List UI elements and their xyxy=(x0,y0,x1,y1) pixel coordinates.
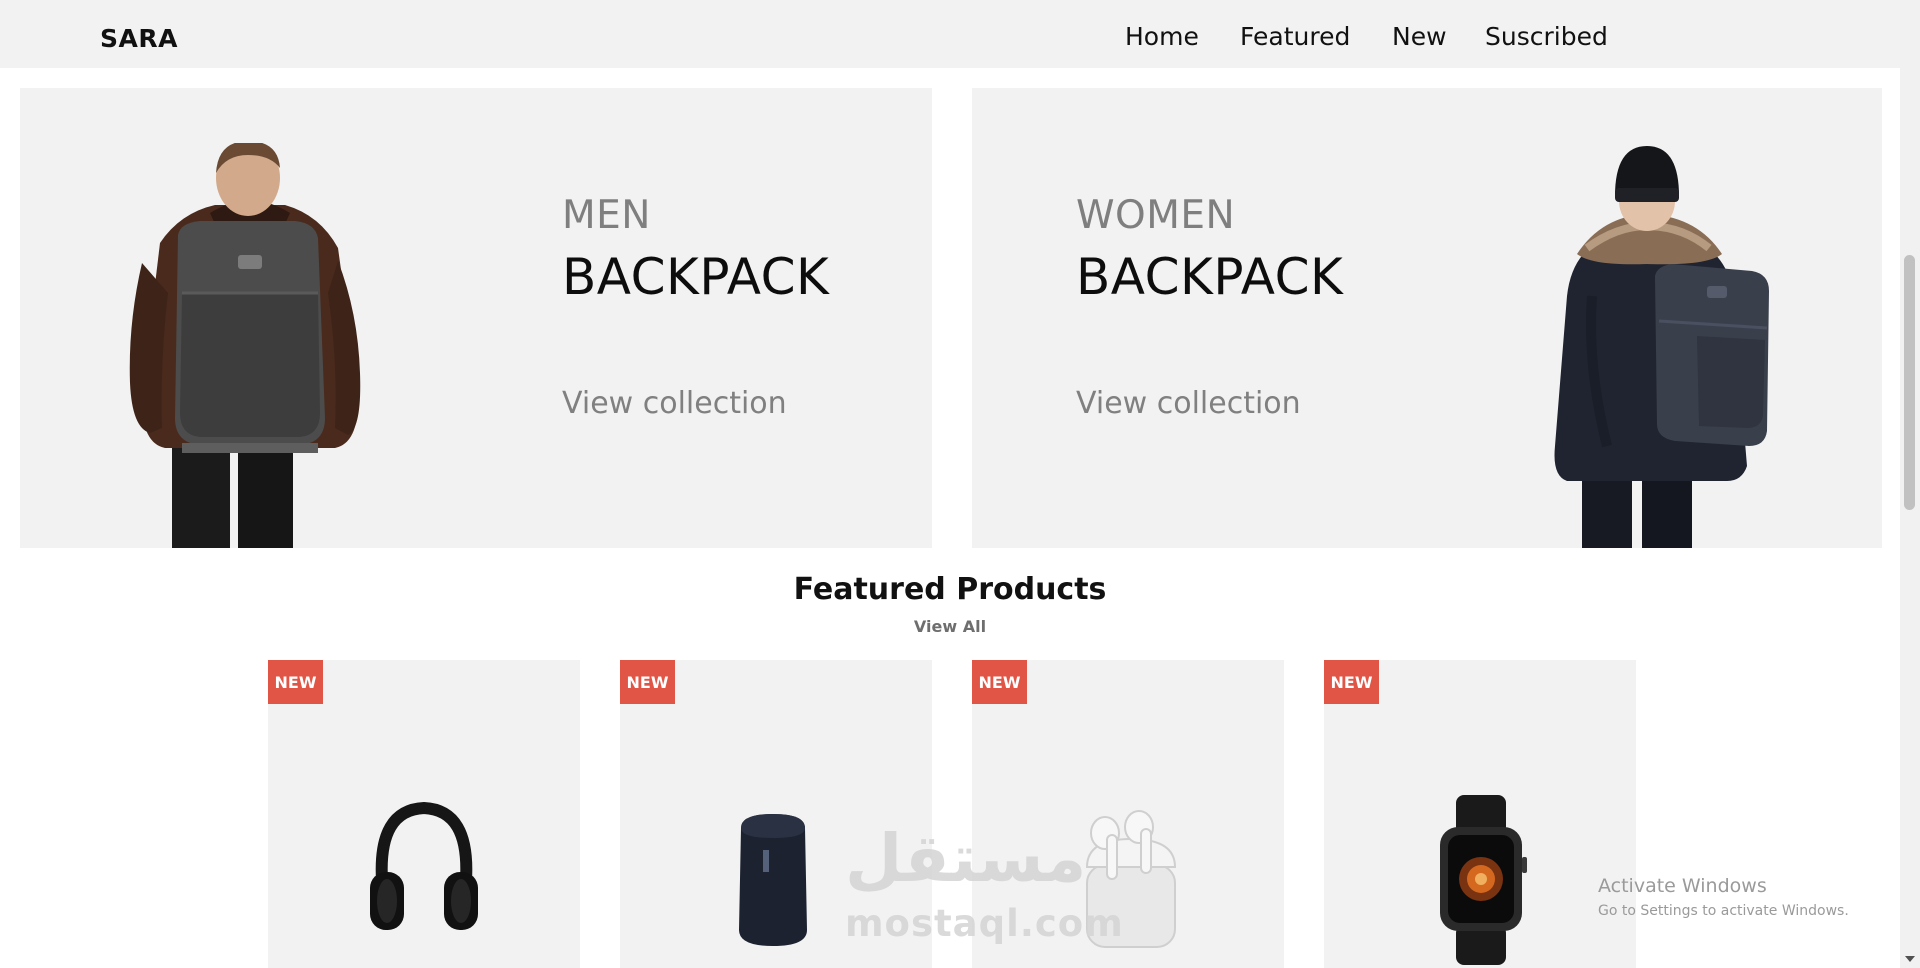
activate-windows-notice: Activate Windows Go to Settings to activ… xyxy=(1598,875,1849,919)
nav-link-featured[interactable]: Featured xyxy=(1240,22,1350,51)
smart-speaker-image xyxy=(739,814,807,946)
hero-men-title: BACKPACK xyxy=(562,248,830,306)
featured-products-heading: Featured Products xyxy=(793,572,1107,607)
new-badge: NEW xyxy=(268,660,323,704)
new-badge: NEW xyxy=(620,660,675,704)
nav-link-home[interactable]: Home xyxy=(1125,22,1199,51)
hero-men-subtitle: MEN xyxy=(562,193,651,238)
watermark-latin-text: mostaql.com xyxy=(845,902,1124,945)
hero-card-men[interactable]: MEN BACKPACK View collection xyxy=(20,88,932,548)
watermark: مستقل mostaql.com xyxy=(845,820,1124,950)
top-navbar: SARA Home Featured New Suscribed xyxy=(0,0,1900,68)
vertical-scrollbar[interactable] xyxy=(1900,0,1920,968)
brand-logo[interactable]: SARA xyxy=(100,24,178,53)
scroll-down-arrow-icon[interactable] xyxy=(1905,956,1915,962)
product-card[interactable]: NEW xyxy=(268,660,580,968)
hero-women-title: BACKPACK xyxy=(1076,248,1344,306)
product-card[interactable]: NEW xyxy=(1324,660,1636,968)
view-all-link[interactable]: View All xyxy=(0,617,1900,636)
woman-with-backpack-image xyxy=(1554,146,1769,548)
nav-link-new[interactable]: New xyxy=(1392,22,1447,51)
man-with-backpack-image xyxy=(129,143,361,548)
activate-windows-subtitle: Go to Settings to activate Windows. xyxy=(1598,903,1849,919)
new-badge: NEW xyxy=(972,660,1027,704)
hero-card-women[interactable]: WOMEN BACKPACK View collection xyxy=(972,88,1882,548)
new-badge: NEW xyxy=(1324,660,1379,704)
scrollbar-thumb[interactable] xyxy=(1904,255,1915,510)
view-collection-women-link[interactable]: View collection xyxy=(1076,386,1301,421)
nav-link-suscribed[interactable]: Suscribed xyxy=(1485,22,1608,51)
hero-women-subtitle: WOMEN xyxy=(1076,193,1236,238)
headphones-image xyxy=(370,801,478,930)
view-collection-men-link[interactable]: View collection xyxy=(562,386,787,421)
activate-windows-title: Activate Windows xyxy=(1598,875,1767,897)
smartwatch-image xyxy=(1440,795,1527,965)
watermark-arabic-text: مستقل xyxy=(845,820,1087,897)
